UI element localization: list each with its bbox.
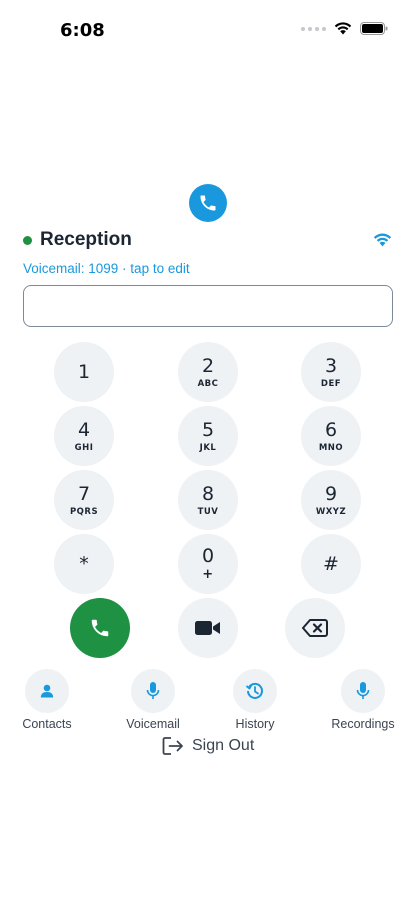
key-digit: 1 (77, 361, 91, 383)
key-letters: DEF (320, 378, 342, 389)
video-icon (195, 621, 220, 635)
status-time: 6:08 (60, 20, 105, 41)
key-digit: 4 (77, 418, 91, 441)
sign-out-button[interactable]: Sign Out (162, 736, 254, 756)
connection-wifi-icon (373, 233, 392, 247)
key-7[interactable]: 7 PQRS (54, 470, 114, 530)
key-digit: 2 (201, 354, 215, 377)
key-letters: + (202, 567, 214, 582)
wifi-icon (334, 22, 352, 35)
key-9[interactable]: 9 WXYZ (301, 470, 361, 530)
key-4[interactable]: 4 GHI (54, 406, 114, 466)
sign-out-label: Sign Out (192, 737, 255, 754)
key-letters: PQRS (69, 506, 99, 517)
key-2[interactable]: 2 ABC (178, 342, 238, 402)
key-letters: MNO (318, 442, 344, 453)
call-button[interactable] (70, 598, 130, 658)
key-digit: 9 (324, 482, 338, 505)
key-letters: JKL (199, 442, 217, 453)
key-digit: 3 (324, 354, 338, 377)
nav-contacts[interactable]: Contacts (2, 669, 92, 731)
cellular-signal-icon (301, 26, 326, 31)
key-letters: WXYZ (315, 506, 347, 517)
presence-dot (23, 236, 32, 245)
nav-voicemail[interactable]: Voicemail (108, 669, 198, 731)
status-icons (301, 22, 388, 35)
nav-recordings[interactable]: Recordings (318, 669, 408, 731)
extension-name: Reception (40, 229, 132, 250)
key-digit: 5 (201, 418, 215, 441)
key-digit: 0 (201, 545, 215, 567)
key-hash[interactable]: # (301, 534, 361, 594)
nav-label: Voicemail (126, 717, 180, 731)
key-letters: GHI (74, 442, 94, 453)
nav-label: Contacts (22, 717, 72, 731)
key-1[interactable]: 1 (54, 342, 114, 402)
key-digit: 6 (324, 418, 338, 441)
voicemail-edit-link[interactable]: Voicemail: 1099 · tap to edit (23, 261, 190, 276)
key-5[interactable]: 5 JKL (178, 406, 238, 466)
dial-number-input[interactable] (23, 285, 393, 327)
key-digit: * (79, 553, 89, 575)
person-icon (25, 669, 69, 713)
nav-label: History (235, 717, 275, 731)
delete-button[interactable] (285, 598, 345, 658)
battery-icon (360, 22, 388, 35)
microphone-icon (131, 669, 175, 713)
key-0[interactable]: 0 + (178, 534, 238, 594)
phone-icon (91, 619, 109, 637)
key-digit: # (323, 553, 339, 575)
key-letters: ABC (197, 378, 219, 389)
dialer-screen: 6:08 Reception Voicemail: 1099 · tap to … (0, 0, 416, 900)
microphone-icon (341, 669, 385, 713)
nav-history[interactable]: History (210, 669, 300, 731)
sign-out-icon (162, 737, 183, 755)
key-3[interactable]: 3 DEF (301, 342, 361, 402)
key-8[interactable]: 8 TUV (178, 470, 238, 530)
key-digit: 7 (77, 482, 91, 505)
key-digit: 8 (201, 482, 215, 505)
nav-label: Recordings (331, 717, 395, 731)
key-6[interactable]: 6 MNO (301, 406, 361, 466)
phone-app-icon (189, 184, 227, 222)
video-call-button[interactable] (178, 598, 238, 658)
key-star[interactable]: * (54, 534, 114, 594)
key-letters: TUV (197, 506, 219, 517)
history-icon (233, 669, 277, 713)
backspace-icon (302, 619, 328, 637)
